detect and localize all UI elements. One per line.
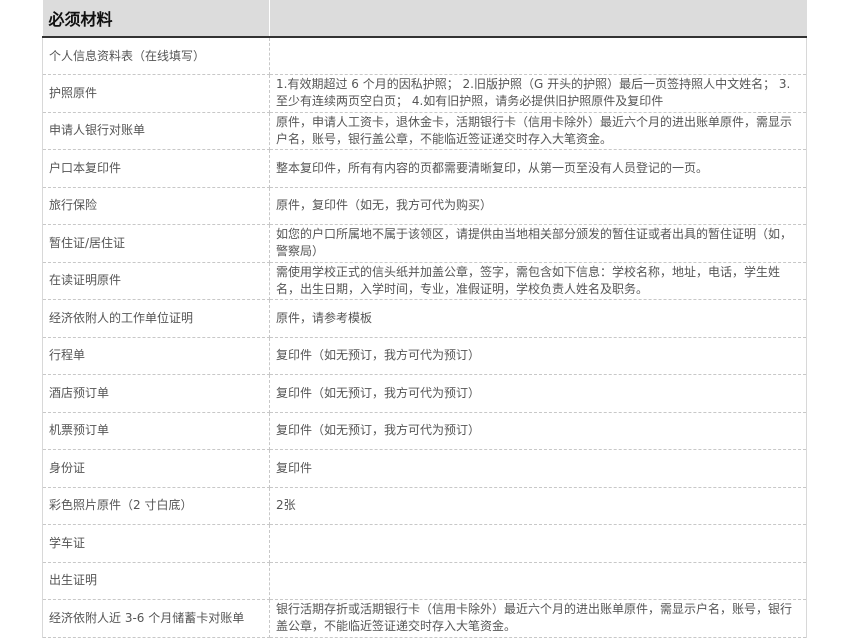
material-name: 行程单 bbox=[42, 336, 270, 375]
material-name: 学车证 bbox=[42, 524, 270, 563]
material-requirement: 银行活期存折或活期银行卡（信用卡除外）最近六个月的进出账单原件，需显示户名，账号… bbox=[269, 599, 807, 638]
material-requirement bbox=[269, 524, 807, 563]
material-name: 出生证明 bbox=[42, 561, 270, 600]
material-name: 户口本复印件 bbox=[42, 149, 270, 188]
table-row: 经济依附人近 3-6 个月储蓄卡对账单 银行活期存折或活期银行卡（信用卡除外）最近… bbox=[42, 599, 807, 638]
material-name: 护照原件 bbox=[42, 74, 270, 113]
table-row: 暂住证/居住证 如您的户口所属地不属于该领区，请提供由当地相关部分颁发的暂住证或者… bbox=[42, 224, 807, 263]
material-requirement: 需使用学校正式的信头纸并加盖公章，签字，需包含如下信息：学校名称，地址，电话，学… bbox=[269, 261, 807, 300]
material-name: 经济依附人近 3-6 个月储蓄卡对账单 bbox=[42, 599, 270, 638]
table-row: 学车证 bbox=[42, 524, 807, 563]
table-row: 户口本复印件 整本复印件，所有有内容的页都需要清晰复印，从第一页至没有人员登记的一… bbox=[42, 149, 807, 188]
table-header-blank bbox=[269, 0, 807, 38]
material-requirement: 整本复印件，所有有内容的页都需要清晰复印，从第一页至没有人员登记的一页。 bbox=[269, 149, 807, 188]
material-requirement bbox=[269, 36, 807, 75]
material-name: 机票预订单 bbox=[42, 411, 270, 450]
material-requirement: 复印件 bbox=[269, 449, 807, 488]
table-row: 行程单 复印件（如无预订，我方可代为预订） bbox=[42, 336, 807, 375]
material-name: 个人信息资料表（在线填写） bbox=[42, 36, 270, 75]
material-requirement: 原件，请参考模板 bbox=[269, 299, 807, 338]
table-row: 护照原件 1.有效期超过 6 个月的因私护照； 2.旧版护照（G 开头的护照）最后… bbox=[42, 74, 807, 113]
material-name: 暂住证/居住证 bbox=[42, 224, 270, 263]
material-name: 身份证 bbox=[42, 449, 270, 488]
material-requirement: 复印件（如无预订，我方可代为预订） bbox=[269, 374, 807, 413]
required-materials-section: 必须材料 个人信息资料表（在线填写） 护照原件 1.有效期超过 6 个月的因私护照… bbox=[42, 0, 807, 638]
required-materials-table: 必须材料 个人信息资料表（在线填写） 护照原件 1.有效期超过 6 个月的因私护照… bbox=[42, 0, 807, 638]
table-row: 身份证 复印件 bbox=[42, 449, 807, 488]
material-name: 酒店预订单 bbox=[42, 374, 270, 413]
table-row: 出生证明 bbox=[42, 561, 807, 600]
table-row: 申请人银行对账单 原件，申请人工资卡，退休金卡，活期银行卡（信用卡除外）最近六个月… bbox=[42, 111, 807, 150]
material-requirement: 原件，申请人工资卡，退休金卡，活期银行卡（信用卡除外）最近六个月的进出账单原件，… bbox=[269, 111, 807, 150]
table-row: 经济依附人的工作单位证明 原件，请参考模板 bbox=[42, 299, 807, 338]
material-requirement: 2张 bbox=[269, 486, 807, 525]
material-requirement bbox=[269, 561, 807, 600]
material-requirement: 复印件（如无预订，我方可代为预订） bbox=[269, 411, 807, 450]
table-row: 机票预订单 复印件（如无预订，我方可代为预订） bbox=[42, 411, 807, 450]
material-name: 经济依附人的工作单位证明 bbox=[42, 299, 270, 338]
material-name: 申请人银行对账单 bbox=[42, 111, 270, 150]
table-header-title: 必须材料 bbox=[42, 0, 270, 38]
table-row: 在读证明原件 需使用学校正式的信头纸并加盖公章，签字，需包含如下信息：学校名称，地… bbox=[42, 261, 807, 300]
material-requirement: 复印件（如无预订，我方可代为预订） bbox=[269, 336, 807, 375]
table-row: 个人信息资料表（在线填写） bbox=[42, 36, 807, 75]
material-name: 旅行保险 bbox=[42, 186, 270, 225]
table-row: 酒店预订单 复印件（如无预订，我方可代为预订） bbox=[42, 374, 807, 413]
table-row: 旅行保险 原件，复印件（如无，我方可代为购买） bbox=[42, 186, 807, 225]
table-body: 个人信息资料表（在线填写） 护照原件 1.有效期超过 6 个月的因私护照； 2.旧… bbox=[42, 36, 807, 638]
material-requirement: 如您的户口所属地不属于该领区，请提供由当地相关部分颁发的暂住证或者出具的暂住证明… bbox=[269, 224, 807, 263]
table-row: 彩色照片原件（2 寸白底） 2张 bbox=[42, 486, 807, 525]
material-name: 在读证明原件 bbox=[42, 261, 270, 300]
material-requirement: 原件，复印件（如无，我方可代为购买） bbox=[269, 186, 807, 225]
material-name: 彩色照片原件（2 寸白底） bbox=[42, 486, 270, 525]
material-requirement: 1.有效期超过 6 个月的因私护照； 2.旧版护照（G 开头的护照）最后一页签持… bbox=[269, 74, 807, 113]
